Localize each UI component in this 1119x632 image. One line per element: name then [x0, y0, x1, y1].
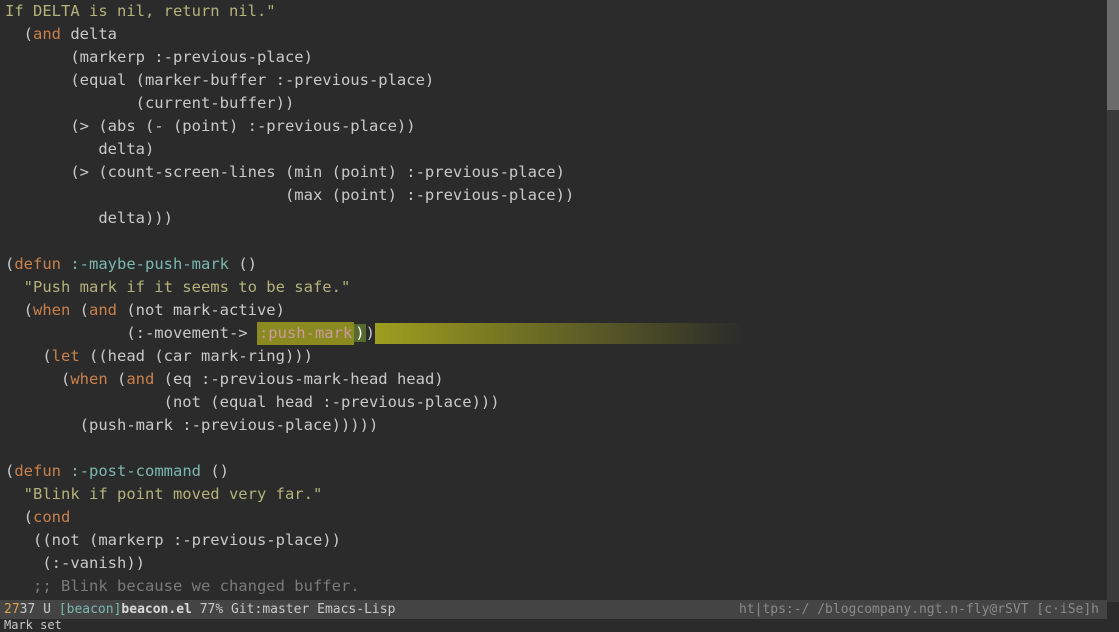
mode-line[interactable]: 2737 U [beacon]beacon.el 77% Git:master … [0, 600, 1107, 619]
emacs-buffer[interactable]: If DELTA is nil, return nil." (and delta… [0, 0, 1107, 632]
highlighted-symbol: :push-mark [257, 322, 354, 345]
modeline-major-mode: Emacs-Lisp [317, 602, 395, 617]
keyword-defun: defun [14, 462, 61, 480]
keyword-let: let [52, 347, 80, 365]
modeline-coding: U [35, 602, 58, 617]
function-name: :-maybe-push-mark [61, 255, 229, 273]
comment-line: ;; Blink because we changed buffer. [5, 577, 360, 595]
code-area[interactable]: If DELTA is nil, return nil." (and delta… [5, 0, 1107, 598]
minibuffer-message: Mark set [4, 618, 62, 632]
vertical-scrollbar[interactable] [1107, 0, 1119, 602]
modeline-git: Git:master [231, 602, 309, 617]
beacon-highlight-tail [375, 323, 765, 344]
keyword-and: and [126, 370, 154, 388]
keyword-defun: defun [14, 255, 61, 273]
keyword-and: and [33, 25, 61, 43]
docstring: "Push mark if it seems to be safe." [5, 278, 350, 296]
modeline-line-col: 2737 [4, 602, 35, 617]
minibuffer[interactable]: Mark set [0, 619, 1107, 632]
scrollbar-thumb[interactable] [1107, 0, 1119, 110]
keyword-and: and [89, 301, 117, 319]
paren-match-close: ) [354, 324, 365, 342]
docstring: "Blink if point moved very far." [5, 485, 322, 503]
keyword-cond: cond [33, 508, 70, 526]
docstring-fragment: If DELTA is nil, return nil." [5, 2, 276, 20]
modeline-percent: 77% [200, 602, 223, 617]
keyword-when: when [33, 301, 70, 319]
function-name: :-post-command [61, 462, 201, 480]
modeline-project: [beacon] [59, 602, 122, 617]
modeline-filename: beacon.el [121, 602, 191, 617]
modeline-right-watermark: ht|tps:-/ /blogcompany.ngt.n-fly@rSVT [c… [739, 600, 1099, 619]
modeline-spacer [192, 602, 200, 617]
keyword-when: when [70, 370, 107, 388]
